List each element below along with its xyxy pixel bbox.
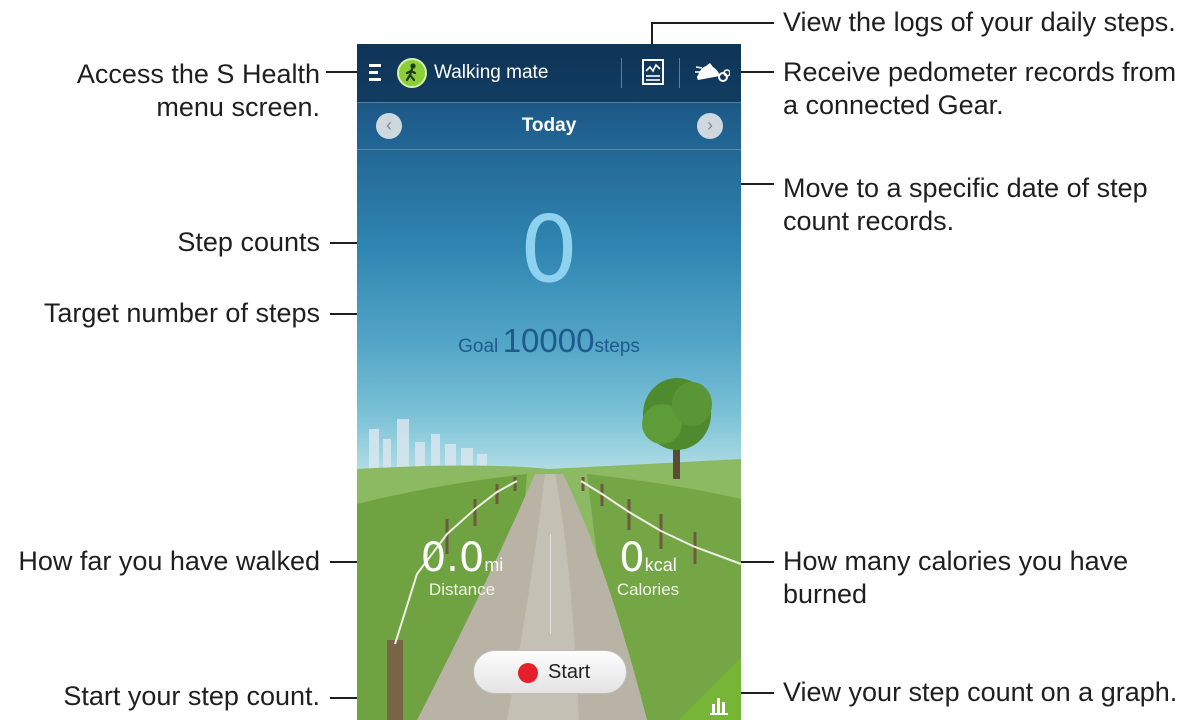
record-dot-icon xyxy=(518,663,538,683)
goal-suffix: steps xyxy=(594,336,640,357)
annotation-target: Target number of steps xyxy=(43,298,320,328)
menu-icon[interactable] xyxy=(369,64,383,82)
goal-value: 10000 xyxy=(502,322,595,359)
distance-label: Distance xyxy=(428,580,496,599)
date-label[interactable]: Today xyxy=(357,115,741,137)
annotation-calories: How many calories you have burned xyxy=(783,546,1129,609)
start-label: Start xyxy=(548,661,591,683)
step-count: 0 xyxy=(519,196,579,303)
annotation-distance: How far you have walked xyxy=(18,546,320,576)
action-bar: Walking mate xyxy=(357,44,741,102)
distance-value: 0.0 xyxy=(420,535,485,581)
annotation-date: Move to a specific date of step count re… xyxy=(783,173,1148,236)
app-title[interactable]: Walking mate xyxy=(434,62,548,84)
calories-unit: kcal xyxy=(644,555,677,575)
annotation-menu: Access the S Health menu screen. xyxy=(76,59,320,122)
annotation-graph: View your step count on a graph. xyxy=(783,677,1178,707)
log-icon[interactable] xyxy=(642,59,664,85)
action-separator-1 xyxy=(621,58,622,88)
shoe-gear-icon[interactable] xyxy=(694,58,731,86)
start-button[interactable]: Start xyxy=(473,650,627,694)
chevron-right-icon[interactable]: › xyxy=(697,113,723,139)
distance-stat: 0.0mi Distance xyxy=(397,536,527,600)
distance-unit: mi xyxy=(484,555,504,575)
walker-figure xyxy=(405,63,417,82)
annotation-steps: Step counts xyxy=(177,227,320,257)
calories-label: Calories xyxy=(616,580,680,599)
calories-stat: 0kcal Calories xyxy=(583,536,713,600)
calories-value: 0 xyxy=(619,535,645,581)
annotation-start: Start your step count. xyxy=(63,681,320,711)
goal-row: Goal 10000steps xyxy=(357,322,741,360)
bar-chart-icon[interactable] xyxy=(679,658,741,720)
walking-mate-screen: Walking mate ‹ Today › 0 Goal 10000steps… xyxy=(357,44,741,720)
stats-divider xyxy=(550,534,551,634)
walker-icon xyxy=(397,58,427,88)
annotation-gear: Receive pedometer records from a connect… xyxy=(783,57,1177,120)
action-separator-2 xyxy=(679,58,680,88)
annotation-logs: View the logs of your daily steps. xyxy=(783,7,1176,37)
date-bar: ‹ Today › xyxy=(357,102,741,150)
goal-prefix: Goal xyxy=(458,336,499,357)
leader-logs xyxy=(652,22,774,24)
